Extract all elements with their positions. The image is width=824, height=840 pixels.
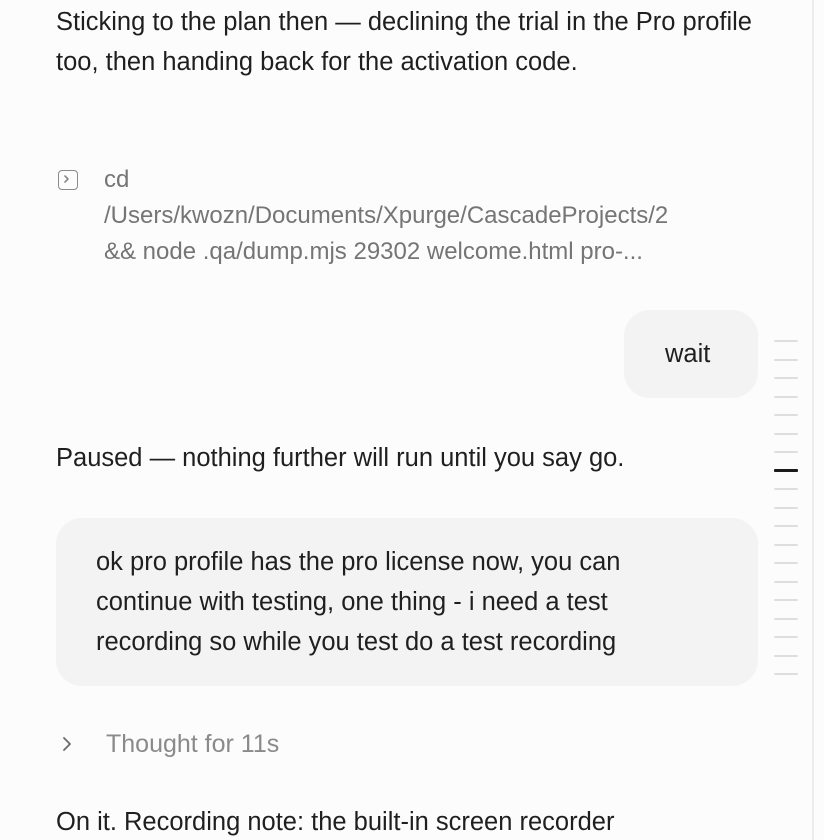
minimap-tick[interactable]	[774, 580, 798, 583]
minimap-tick[interactable]	[774, 543, 798, 546]
user-message-bubble: wait	[624, 310, 758, 398]
minimap-tick[interactable]	[774, 506, 798, 509]
minimap-tick[interactable]	[774, 488, 798, 490]
minimap-tick[interactable]	[774, 525, 798, 527]
minimap-tick[interactable]	[774, 414, 798, 416]
minimap-tick[interactable]	[774, 654, 798, 657]
minimap-tick[interactable]	[774, 377, 798, 379]
assistant-message: On it. Recording note: the built-in scre…	[56, 808, 615, 836]
minimap-tick[interactable]	[774, 636, 798, 638]
command-block[interactable]: cd /Users/kwozn/Documents/Xpurge/Cascade…	[56, 162, 766, 270]
thought-toggle[interactable]: Thought for 11s	[60, 724, 279, 764]
assistant-message: Paused — nothing further will run until …	[56, 444, 625, 472]
thought-label: Thought for 11s	[106, 729, 280, 758]
scrollbar[interactable]	[812, 0, 814, 840]
assistant-message: Sticking to the plan then — declining th…	[56, 8, 752, 76]
user-message-text: wait	[665, 340, 711, 368]
command-text: cd /Users/kwozn/Documents/Xpurge/Cascade…	[104, 162, 760, 270]
user-message-bubble: ok pro profile has the pro license now, …	[56, 518, 758, 686]
user-message-text: ok pro profile has the pro license now, …	[96, 548, 621, 656]
minimap-tick[interactable]	[774, 617, 798, 620]
minimap-tick[interactable]	[774, 562, 798, 564]
terminal-icon	[58, 170, 78, 190]
minimap-tick[interactable]	[774, 340, 798, 342]
minimap-tick[interactable]	[774, 599, 798, 601]
chat-transcript: Sticking to the plan then — declining th…	[0, 0, 812, 840]
minimap-tick[interactable]	[774, 432, 798, 435]
minimap-tick[interactable]	[774, 673, 798, 675]
minimap-tick[interactable]	[774, 395, 798, 398]
minimap-tick-active[interactable]	[774, 469, 798, 472]
command-line: && node .qa/dump.mjs 29302 welcome.html …	[104, 238, 643, 265]
minimap-tick[interactable]	[774, 358, 798, 361]
command-line: cd	[104, 166, 130, 193]
minimap-tick[interactable]	[774, 451, 798, 453]
chevron-right-icon	[60, 724, 86, 764]
command-line: /Users/kwozn/Documents/Xpurge/CascadePro…	[104, 202, 669, 229]
